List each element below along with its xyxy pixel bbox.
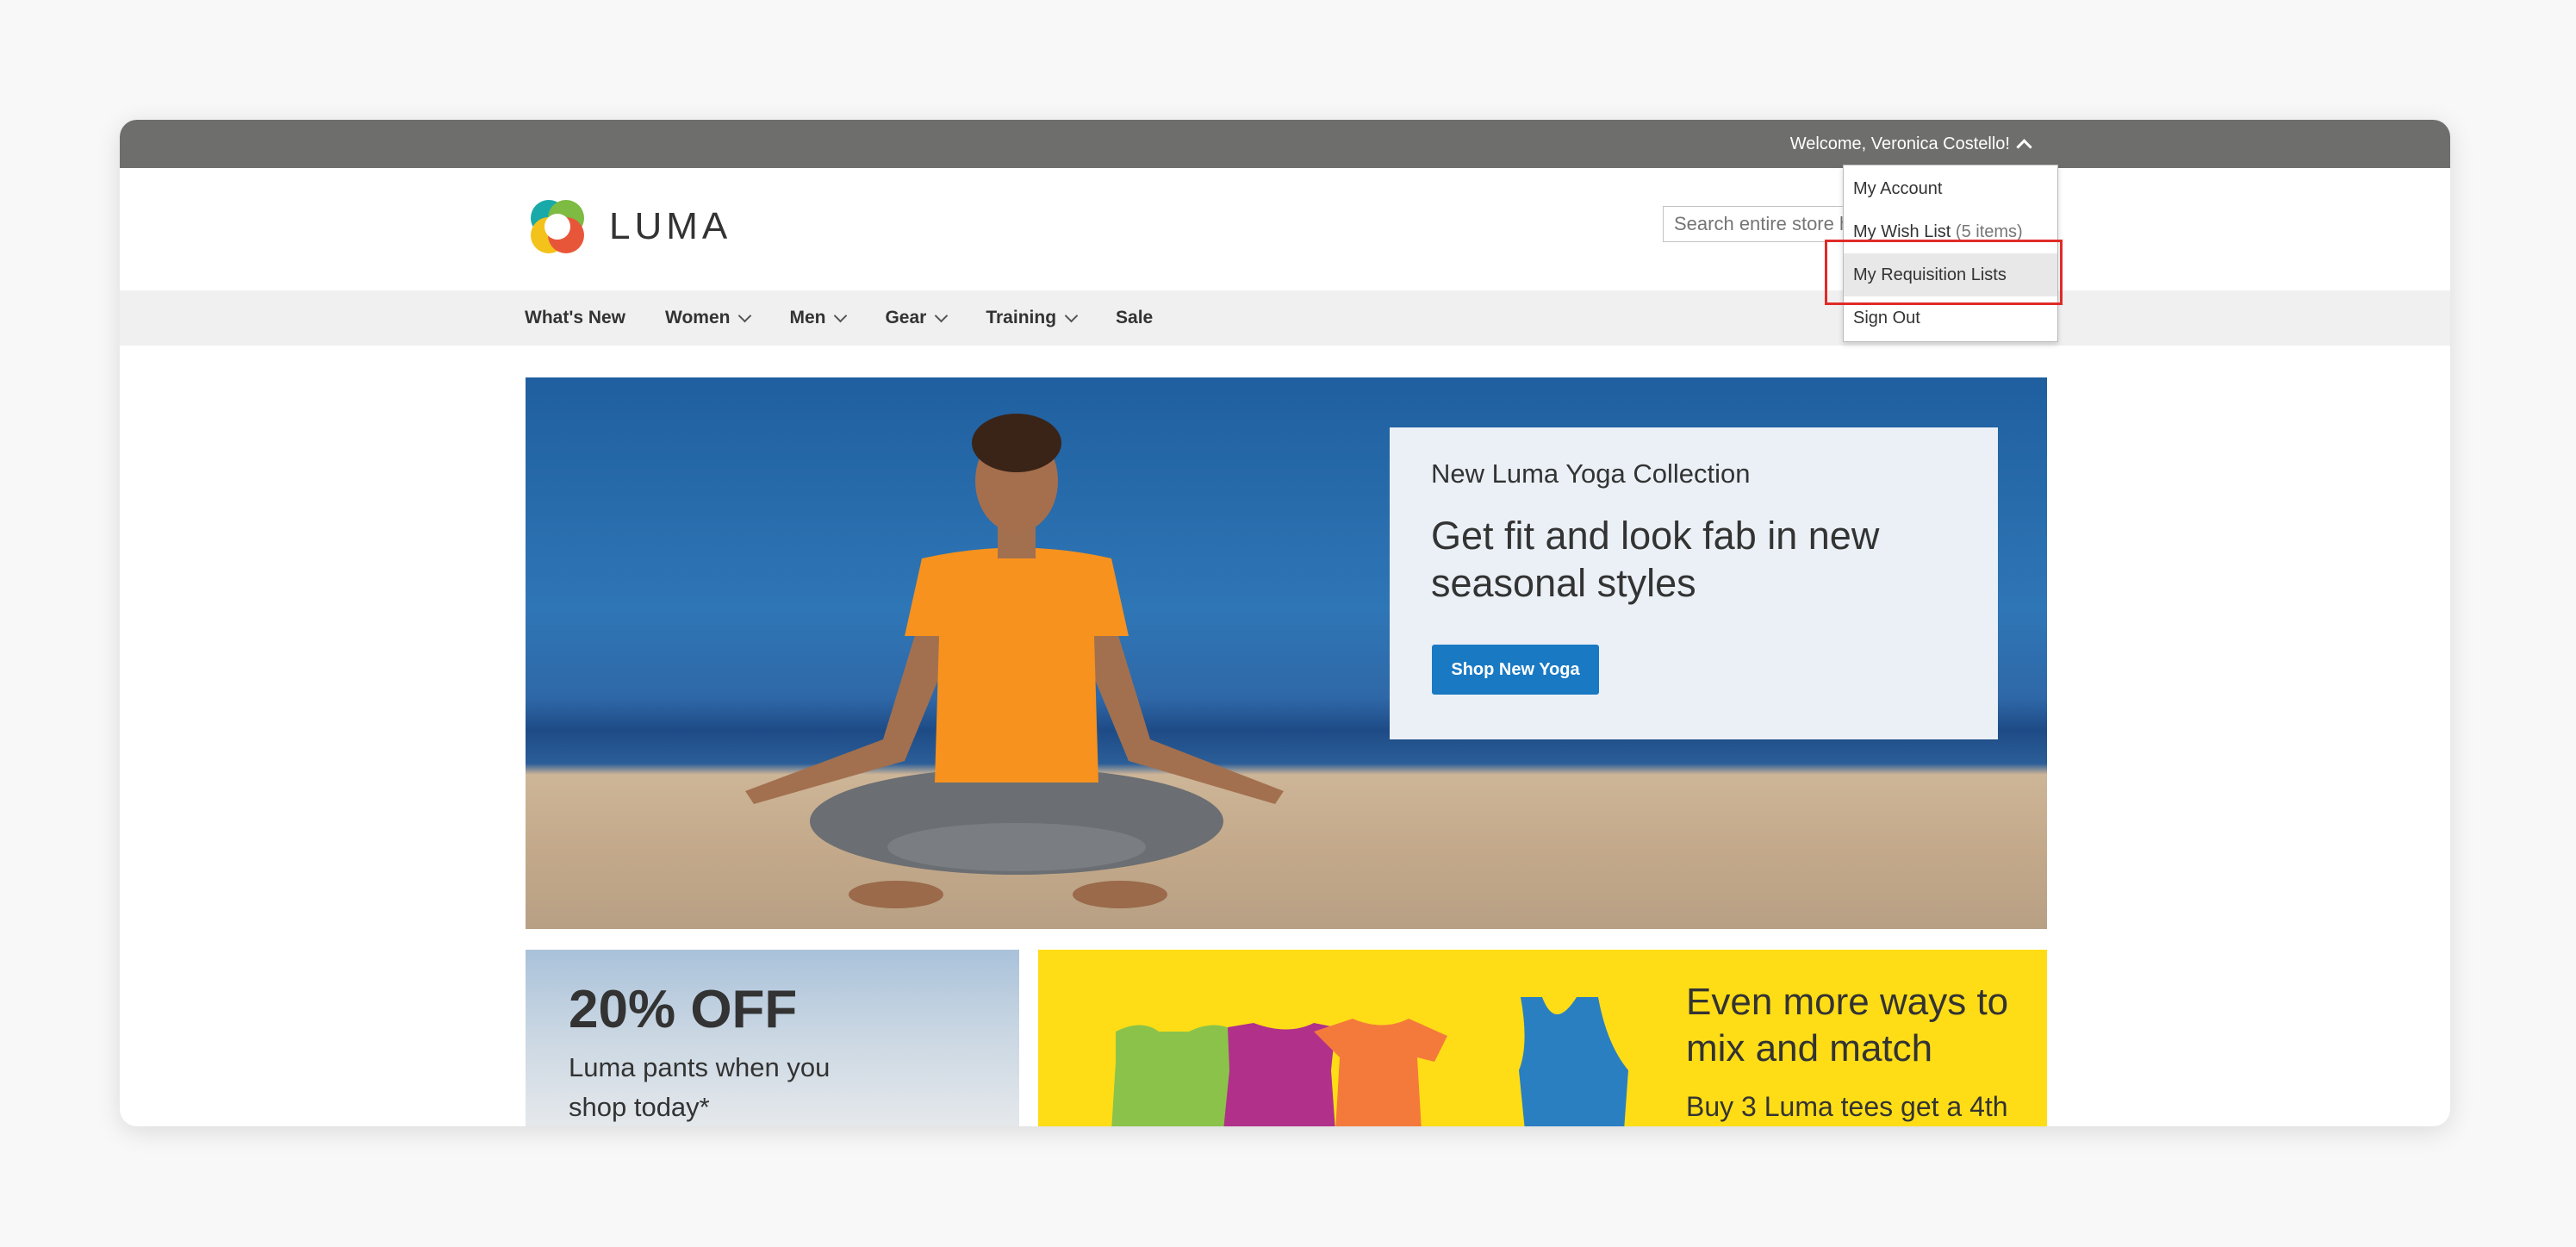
pants-promo-tile[interactable]: 20% OFF Luma pants when you shop today* [526,950,1019,1126]
menu-item-my-requisition-lists[interactable]: My Requisition Lists [1844,253,2057,296]
menu-item-sign-out[interactable]: Sign Out [1844,296,2057,340]
nav-label: Women [665,308,731,327]
nav-item-sale[interactable]: Sale [1116,308,1153,328]
tees-headline: Even more ways to mix and match [1686,981,2009,1069]
logo-text: LUMA [609,205,732,247]
hero-banner[interactable]: New Luma Yoga Collection Get fit and loo… [526,377,2047,929]
welcome-text: Welcome, Veronica Costello! [1789,134,2010,153]
luma-logo[interactable]: LUMA [526,196,731,258]
chevron-down-icon [935,309,949,322]
promo-card: New Luma Yoga Collection Get fit and loo… [1390,427,1998,739]
chevron-down-icon [738,309,752,322]
menu-item-my-account[interactable]: My Account [1844,167,2057,210]
chevron-up-icon [2016,138,2032,155]
nav-item-women[interactable]: Women [665,308,752,328]
wish-list-count: (5 items) [1955,222,2023,241]
menu-item-label: Sign Out [1853,309,1920,327]
menu-item-label: My Requisition Lists [1853,265,2007,284]
shop-new-yoga-button[interactable]: Shop New Yoga [1432,645,1599,695]
nav-label: Training [986,308,1057,327]
promo-subtitle: New Luma Yoga Collection [1431,458,1751,489]
nav-item-gear[interactable]: Gear [885,308,949,328]
welcome-toggle[interactable]: Welcome, Veronica Costello! [1789,132,2032,156]
nav-label: Men [789,308,826,327]
nav-item-training[interactable]: Training [986,308,1079,328]
nav-label: Gear [885,308,927,327]
top-bar: Welcome, Veronica Costello! [120,120,2450,168]
menu-item-label: My Wish List [1853,222,1951,241]
nav-label: Sale [1116,308,1154,327]
tees-promo-tile[interactable]: Even more ways to mix and match Buy 3 Lu… [1038,950,2047,1126]
pants-headline: 20% OFF [569,980,798,1039]
luma-logo-icon [531,200,584,253]
nav-label: What's New [525,308,626,327]
menu-item-label: My Account [1853,179,1943,198]
account-dropdown-menu: My Account My Wish List (5 items) My Req… [1843,165,2058,342]
menu-item-my-wish-list[interactable]: My Wish List (5 items) [1844,210,2057,253]
main-navigation: What's New Women Men Gear Training Sale [120,290,2450,346]
nav-item-men[interactable]: Men [789,308,848,328]
chevron-down-icon [834,309,848,322]
nav-item-whats-new[interactable]: What's New [525,308,625,328]
chevron-down-icon [1064,309,1079,322]
promo-title: Get fit and look fab in new seasonal sty… [1431,514,1880,605]
tees-image [1111,997,1628,1126]
pants-text: Luma pants when you shop today* [569,1052,831,1122]
tees-text: Buy 3 Luma tees get a 4th [1686,1091,2008,1122]
browser-window: Welcome, Veronica Costello! LUMA What's … [120,120,2450,1126]
